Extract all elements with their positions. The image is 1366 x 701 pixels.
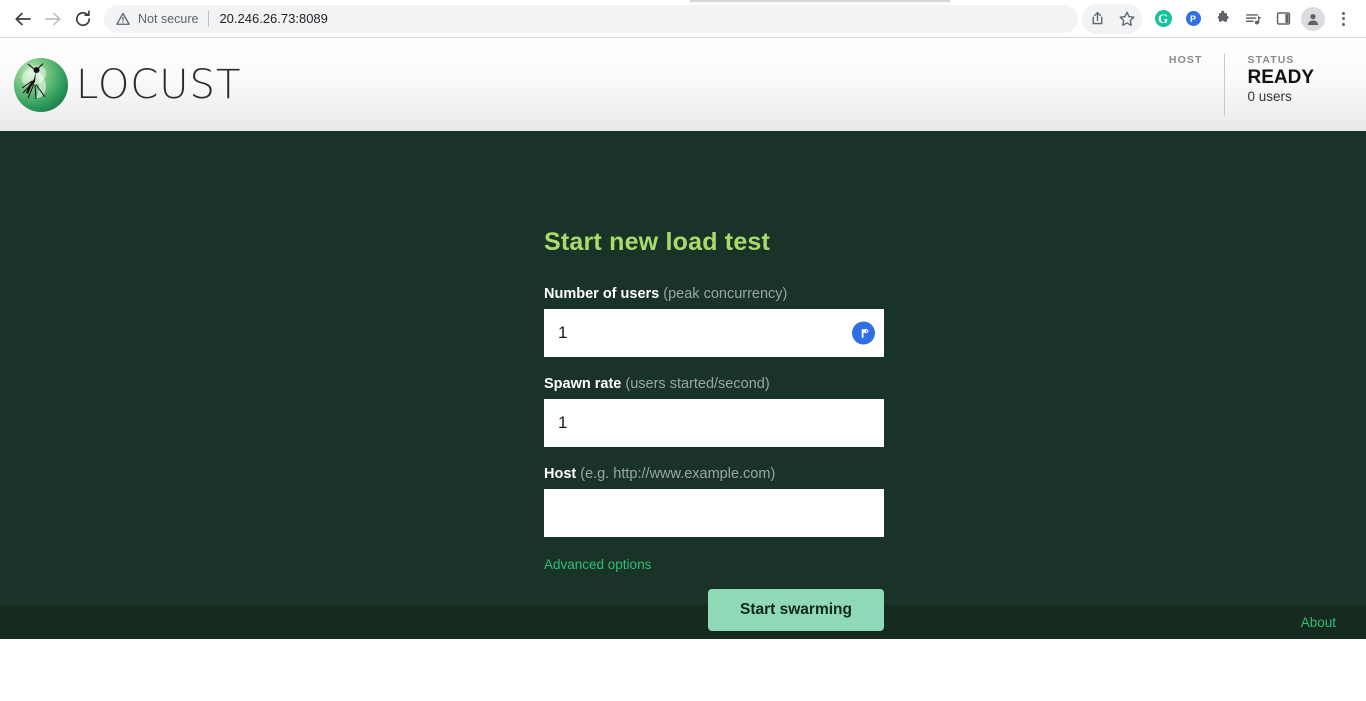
reload-icon bbox=[73, 9, 93, 29]
tab-strip-edge bbox=[690, 0, 950, 2]
main-content: Start new load test Number of users (pea… bbox=[0, 133, 1366, 606]
status-block: STATUS READY 0 users bbox=[1224, 54, 1336, 116]
password-manager-extension-icon: P bbox=[1186, 11, 1201, 26]
grammarly-extension-icon: G bbox=[1155, 10, 1172, 27]
page-title: Start new load test bbox=[544, 228, 884, 257]
host-value bbox=[1169, 66, 1203, 80]
app-header: LOCUST HOST STATUS READY 0 users bbox=[0, 38, 1366, 133]
bookmark-star-icon bbox=[1118, 10, 1136, 28]
host-label: HOST bbox=[1169, 54, 1203, 66]
browser-toolbar: Not secure 20.246.26.73:8089 G P bbox=[0, 0, 1366, 38]
security-status-label: Not secure bbox=[138, 12, 198, 26]
host-input[interactable] bbox=[544, 489, 884, 537]
arrow-left-icon bbox=[13, 9, 33, 29]
warning-triangle-icon[interactable] bbox=[116, 12, 130, 26]
user-count: 0 users bbox=[1247, 89, 1314, 104]
spawn-rate-label-hint: (users started/second) bbox=[625, 376, 769, 392]
spawn-rate-field-box bbox=[544, 399, 884, 447]
start-swarming-button[interactable]: Start swarming bbox=[708, 589, 884, 631]
header-status-area: HOST STATUS READY 0 users bbox=[1147, 54, 1336, 116]
user-count-input[interactable] bbox=[544, 309, 884, 357]
bookmark-button[interactable] bbox=[1112, 4, 1142, 34]
host-label-hint: (e.g. http://www.example.com) bbox=[580, 466, 775, 482]
locust-mosquito-logo-icon bbox=[14, 58, 68, 112]
forward-button[interactable] bbox=[38, 4, 68, 34]
user-count-label-text: Number of users bbox=[544, 286, 659, 302]
browser-action-icons: G P bbox=[1082, 4, 1358, 34]
advanced-options-link[interactable]: Advanced options bbox=[544, 557, 651, 572]
app-logo[interactable]: LOCUST bbox=[14, 58, 241, 112]
about-link[interactable]: About bbox=[1301, 615, 1336, 630]
omnibox-divider bbox=[208, 11, 209, 27]
profile-button[interactable] bbox=[1298, 4, 1328, 34]
profile-avatar-icon bbox=[1301, 7, 1325, 31]
password-manager-extension-button[interactable]: P bbox=[1178, 4, 1208, 34]
spawn-rate-input[interactable] bbox=[544, 399, 884, 447]
reload-button[interactable] bbox=[68, 4, 98, 34]
extensions-button[interactable] bbox=[1208, 4, 1238, 34]
status-label: STATUS bbox=[1247, 54, 1314, 66]
chrome-menu-button[interactable] bbox=[1328, 4, 1358, 34]
side-panel-button[interactable] bbox=[1268, 4, 1298, 34]
spawn-rate-label-text: Spawn rate bbox=[544, 376, 621, 392]
grammarly-extension-button[interactable]: G bbox=[1148, 4, 1178, 34]
address-bar[interactable]: Not secure 20.246.26.73:8089 bbox=[104, 5, 1078, 33]
media-control-icon bbox=[1244, 10, 1262, 28]
status-badge: READY bbox=[1247, 68, 1314, 88]
host-label-text: Host bbox=[544, 466, 576, 482]
arrow-right-icon bbox=[43, 9, 63, 29]
share-icon bbox=[1089, 10, 1106, 27]
side-panel-icon bbox=[1275, 10, 1292, 27]
chrome-menu-icon bbox=[1342, 12, 1345, 26]
app-logo-text: LOCUST bbox=[76, 62, 241, 108]
user-count-field-box bbox=[544, 309, 884, 357]
start-test-form: Start new load test Number of users (pea… bbox=[544, 228, 884, 631]
user-count-field-label: Number of users (peak concurrency) bbox=[544, 286, 884, 302]
submit-row: Start swarming bbox=[544, 589, 884, 631]
user-count-label-hint: (peak concurrency) bbox=[663, 286, 787, 302]
share-button[interactable] bbox=[1082, 4, 1112, 34]
host-block: HOST bbox=[1147, 54, 1225, 116]
back-button[interactable] bbox=[8, 4, 38, 34]
media-control-button[interactable] bbox=[1238, 4, 1268, 34]
spawn-rate-field-label: Spawn rate (users started/second) bbox=[544, 376, 884, 392]
url-text[interactable]: 20.246.26.73:8089 bbox=[219, 11, 327, 26]
host-field-box bbox=[544, 489, 884, 537]
password-manager-autofill-icon[interactable] bbox=[852, 322, 875, 345]
host-field-label: Host (e.g. http://www.example.com) bbox=[544, 466, 884, 482]
share-bookmark-group bbox=[1082, 4, 1142, 34]
extensions-puzzle-icon bbox=[1214, 10, 1232, 28]
